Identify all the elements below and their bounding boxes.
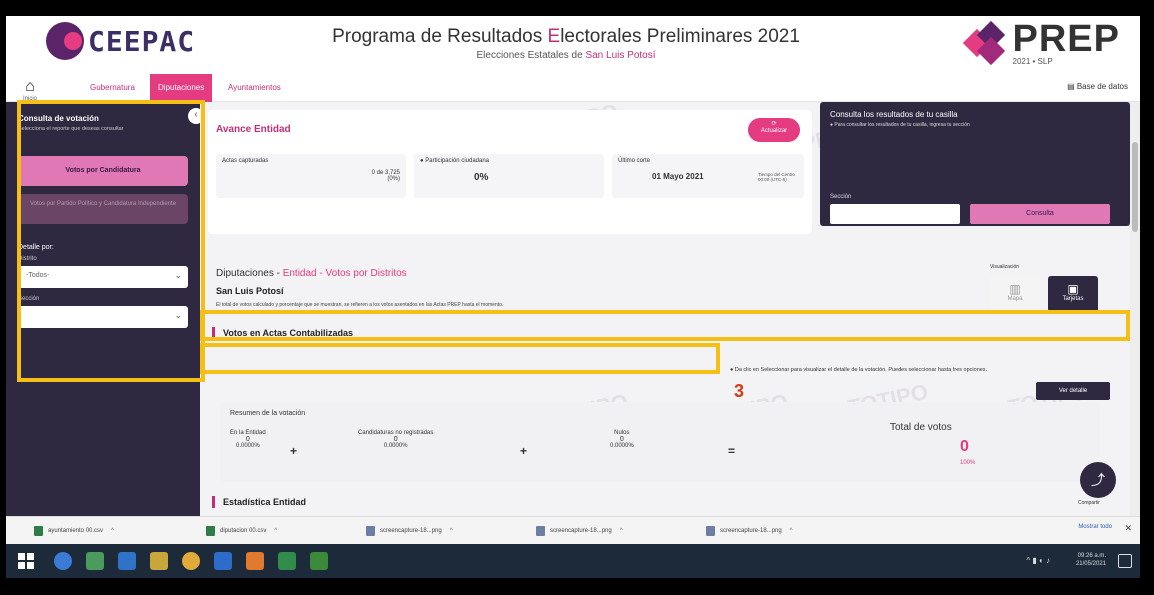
tab-diputaciones[interactable]: Diputaciones (150, 74, 213, 102)
notification-icon[interactable] (1118, 554, 1132, 568)
windows-taskbar: ^ ▮ ◐ ♪ 09:26 a.m. 21/05/2021 (6, 544, 1140, 578)
refresh-icon: ⟳ (771, 121, 777, 127)
ceepac-logo-text: CEEPAC (88, 24, 196, 58)
casilla-subtitle: ● Para consultar los resultados de tu ca… (830, 122, 970, 128)
plus-icon: + (520, 444, 528, 458)
visualizacion-label: Visualización (990, 264, 1020, 270)
casilla-title: Consulta los resultados de tu casilla (830, 110, 958, 119)
view-map-button[interactable]: ▥ Mapa (990, 276, 1040, 312)
page-subtitle: Elecciones Estatales de San Luis Potosí (476, 50, 656, 61)
store-icon[interactable] (118, 552, 136, 570)
chevron-up-icon: ^ (449, 528, 453, 534)
download-item[interactable]: screencapture-18...png ^ (536, 523, 623, 539)
close-icon[interactable]: ✕ (1124, 523, 1132, 534)
prep-diamond-icon (962, 20, 1007, 66)
ceepac-logo[interactable]: CEEPAC (46, 22, 195, 60)
diputaciones-heading: Diputaciones - Entidad - Votos por Distr… (216, 268, 407, 279)
page-title-block: Programa de Resultados Electorales Preli… (306, 26, 826, 61)
casilla-panel: Consulta los resultados de tu casilla ● … (820, 102, 1130, 226)
casilla-section-label: Sección (830, 194, 852, 200)
state-name: San Luis Potosí (216, 286, 284, 296)
casilla-search-button[interactable]: Consulta (970, 204, 1110, 224)
windows-start-icon[interactable] (18, 553, 34, 569)
calendar-icon[interactable] (86, 552, 104, 570)
ver-detalle-button[interactable]: Ver detalle (1036, 382, 1110, 400)
corte-box: Último corte 01 Mayo 2021 Tiempo del Cen… (612, 154, 804, 198)
download-item[interactable]: diputacion 00.csv ^ (206, 523, 277, 539)
participacion-box: ● Participación ciudadana 0% (414, 154, 604, 198)
database-link[interactable]: ▤ Base de datos (1067, 82, 1128, 91)
grid-icon: ▥ (1009, 282, 1021, 296)
estadistica-title: Estadística Entidad (212, 496, 306, 508)
resumen-nulos: Nulos 0 0.0000% (610, 430, 634, 449)
resumen-title: Resumen de la votación (230, 410, 306, 417)
main-nav: ⌂ Inicio Gubernatura Diputaciones Ayunta… (6, 74, 1140, 102)
highlight-votos-box (200, 310, 1130, 341)
resumen-entidad: En la Entidad 0 0.0000% (230, 430, 266, 449)
info-message: ● Da clic en Seleccionar para visualizar… (730, 367, 988, 373)
total-votos-value: 0 (960, 438, 969, 455)
resumen-card: Resumen de la votación En la Entidad 0 0… (220, 402, 1100, 482)
home-button[interactable]: ⌂ Inicio (20, 78, 40, 102)
total-votos-pct: 100% (960, 460, 976, 466)
chevron-up-icon: ^ (111, 528, 114, 534)
cards-icon: ▣ (1067, 282, 1079, 296)
site-header: CEEPAC Programa de Resultados Electorale… (6, 16, 1140, 74)
update-button[interactable]: ⟳ Actualizar (748, 118, 800, 142)
folder-icon[interactable] (150, 552, 168, 570)
word-icon[interactable] (214, 552, 232, 570)
download-item[interactable]: ayuntamiento 00.csv ^ (34, 523, 114, 539)
database-icon: ▤ (1067, 82, 1077, 91)
avance-title: Avance Entidad (216, 124, 291, 135)
excel-icon[interactable] (278, 552, 296, 570)
chrome-icon[interactable] (182, 552, 200, 570)
download-item[interactable]: screencapture-18...png ^ (706, 523, 793, 539)
chevron-up-icon: ^ (789, 528, 793, 534)
prep-logo[interactable]: PREP 2021 • SLP (962, 18, 1120, 66)
page-scrollbar[interactable] (1130, 102, 1140, 516)
home-icon: ⌂ (25, 78, 35, 95)
plus-icon: + (290, 444, 298, 458)
actas-box: Actas capturadas 0 de 3,725 (0%) (216, 154, 406, 198)
show-all-downloads[interactable]: Mostrar todo (1078, 524, 1112, 530)
prep-logo-text: PREP (1012, 18, 1120, 60)
share-button[interactable]: ⤴ (1080, 462, 1116, 498)
main-content: PROTOTIPO PROTOTIPO PROTOTIPO PROTOTIPO … (200, 99, 1140, 516)
ceepac-logo-icon (46, 22, 84, 60)
casilla-section-input[interactable] (830, 204, 960, 224)
equals-icon: = (728, 444, 736, 458)
resumen-no-registradas: Candidaturas no registradas 0 0.0000% (358, 430, 434, 449)
tab-gubernatura[interactable]: Gubernatura (82, 74, 143, 102)
page-title: Programa de Resultados Electorales Preli… (332, 26, 800, 47)
powerpoint-icon[interactable] (246, 552, 264, 570)
chevron-up-icon: ^ (619, 528, 623, 534)
avance-card: Avance Entidad ⟳ Actualizar Actas captura… (208, 110, 812, 234)
view-cards-button[interactable]: ▣ Tarjetas (1048, 276, 1098, 312)
annotation-number: 3 (734, 381, 745, 401)
total-votos-label: Total de votos (890, 422, 952, 433)
app-icon[interactable] (310, 552, 328, 570)
download-bar: ayuntamiento 00.csv ^ diputacion 00.csv ^ … (6, 516, 1140, 544)
share-label: Compartir (1078, 500, 1100, 506)
tab-ayuntamientos[interactable]: Ayuntamientos (220, 74, 289, 102)
tray-icons[interactable]: ^ ▮ ◐ ♪ (1026, 556, 1050, 565)
edge-icon[interactable] (54, 552, 72, 570)
clock[interactable]: 09:26 a.m. 21/05/2021 (1076, 553, 1106, 569)
prep-logo-sub: 2021 • SLP (1012, 57, 1053, 66)
diputaciones-description: El total de votos calculado y porcentaje… (216, 302, 504, 308)
highlight-sidebar-box (17, 100, 205, 382)
highlight-empty-box (200, 343, 720, 374)
chevron-up-icon: ^ (274, 528, 278, 534)
download-item[interactable]: screencapture-18...png ^ (366, 523, 453, 539)
share-icon: ⤴ (1091, 472, 1105, 488)
